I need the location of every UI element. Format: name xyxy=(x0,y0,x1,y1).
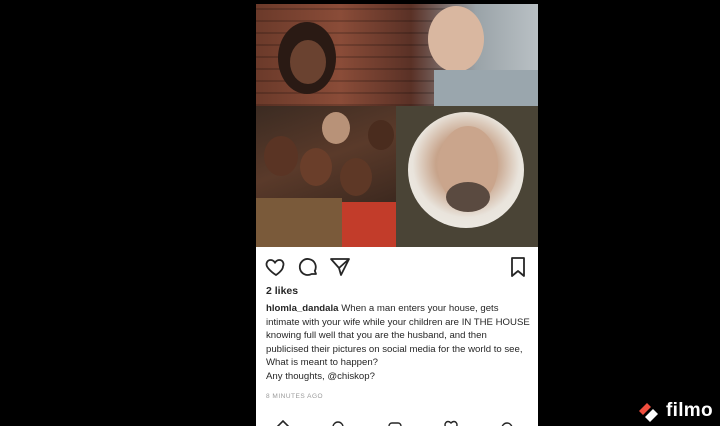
likes-count[interactable]: 2 likes xyxy=(266,285,298,297)
photo-collage[interactable] xyxy=(256,4,538,247)
post-actions xyxy=(256,253,538,281)
group-face xyxy=(264,136,298,176)
search-icon[interactable] xyxy=(332,420,346,426)
group-face xyxy=(340,158,372,196)
instagram-post: 2 likes hlomla_dandala When a man enters… xyxy=(256,4,538,426)
person-face-woman-skin xyxy=(290,40,326,84)
post-caption: hlomla_dandala When a man enters your ho… xyxy=(266,302,532,384)
profile-portrait xyxy=(408,112,524,228)
activity-icon[interactable] xyxy=(444,420,458,426)
comment-icon[interactable] xyxy=(296,255,320,279)
bookmark-icon[interactable] xyxy=(506,255,530,279)
group-face xyxy=(368,120,394,150)
add-post-icon[interactable] xyxy=(388,420,402,426)
person-face-man xyxy=(428,6,484,72)
watermark-text: filmo xyxy=(666,400,713,421)
group-face xyxy=(300,148,332,186)
portrait-beard xyxy=(446,182,490,212)
patterned-dress xyxy=(256,198,342,247)
profile-icon[interactable] xyxy=(500,420,514,426)
bottom-nav xyxy=(256,416,538,426)
post-timestamp: 8 MINUTES AGO xyxy=(266,393,324,400)
caption-mention-line: Any thoughts, @chiskop? xyxy=(266,370,375,382)
profile-photo-frame xyxy=(396,106,538,247)
caption-username[interactable]: hlomla_dandala xyxy=(266,303,339,314)
send-icon[interactable] xyxy=(328,255,352,279)
group-face xyxy=(322,112,350,144)
filmora-logo-icon xyxy=(639,403,658,422)
home-icon[interactable] xyxy=(276,420,290,426)
heart-icon[interactable] xyxy=(264,255,288,279)
selfie-photo-top xyxy=(256,4,538,106)
red-dress xyxy=(342,202,396,247)
filmora-watermark: filmo xyxy=(636,398,713,424)
person-shirt xyxy=(434,70,538,106)
group-photo xyxy=(256,106,396,247)
